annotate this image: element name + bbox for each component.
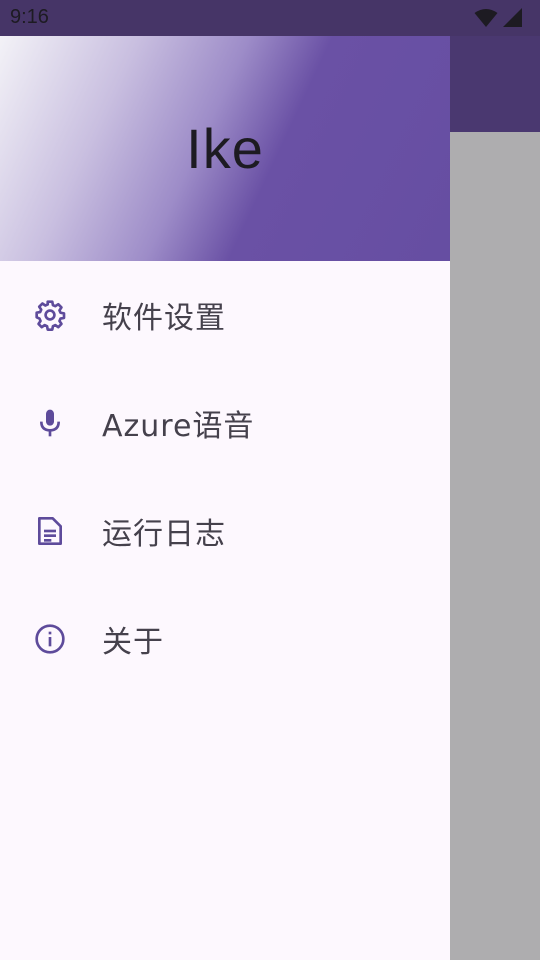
drawer-header-title: Ike: [186, 117, 264, 180]
menu-item-label: Azure语音: [102, 409, 255, 444]
wifi-icon: [474, 8, 498, 32]
document-icon: [34, 515, 66, 547]
navigation-drawer: Ike 软件设置 Azure语音 运行日志 关于: [0, 36, 450, 960]
menu-item-azure-voice[interactable]: Azure语音: [0, 369, 450, 477]
gear-icon: [34, 299, 66, 331]
menu-item-run-log[interactable]: 运行日志: [0, 477, 450, 585]
drawer-menu: 软件设置 Azure语音 运行日志 关于: [0, 261, 450, 693]
menu-item-label: 运行日志: [102, 517, 226, 552]
status-icons: [474, 8, 522, 32]
cellular-signal-icon: [502, 8, 522, 32]
status-bar: 9:16: [0, 0, 540, 36]
menu-item-label: 关于: [102, 625, 164, 660]
menu-item-settings[interactable]: 软件设置: [0, 261, 450, 369]
menu-item-about[interactable]: 关于: [0, 585, 450, 693]
microphone-icon: [34, 407, 66, 439]
status-time: 9:16: [10, 6, 49, 28]
info-icon: [34, 623, 66, 655]
menu-item-label: 软件设置: [102, 301, 226, 336]
drawer-header: Ike: [0, 36, 450, 261]
